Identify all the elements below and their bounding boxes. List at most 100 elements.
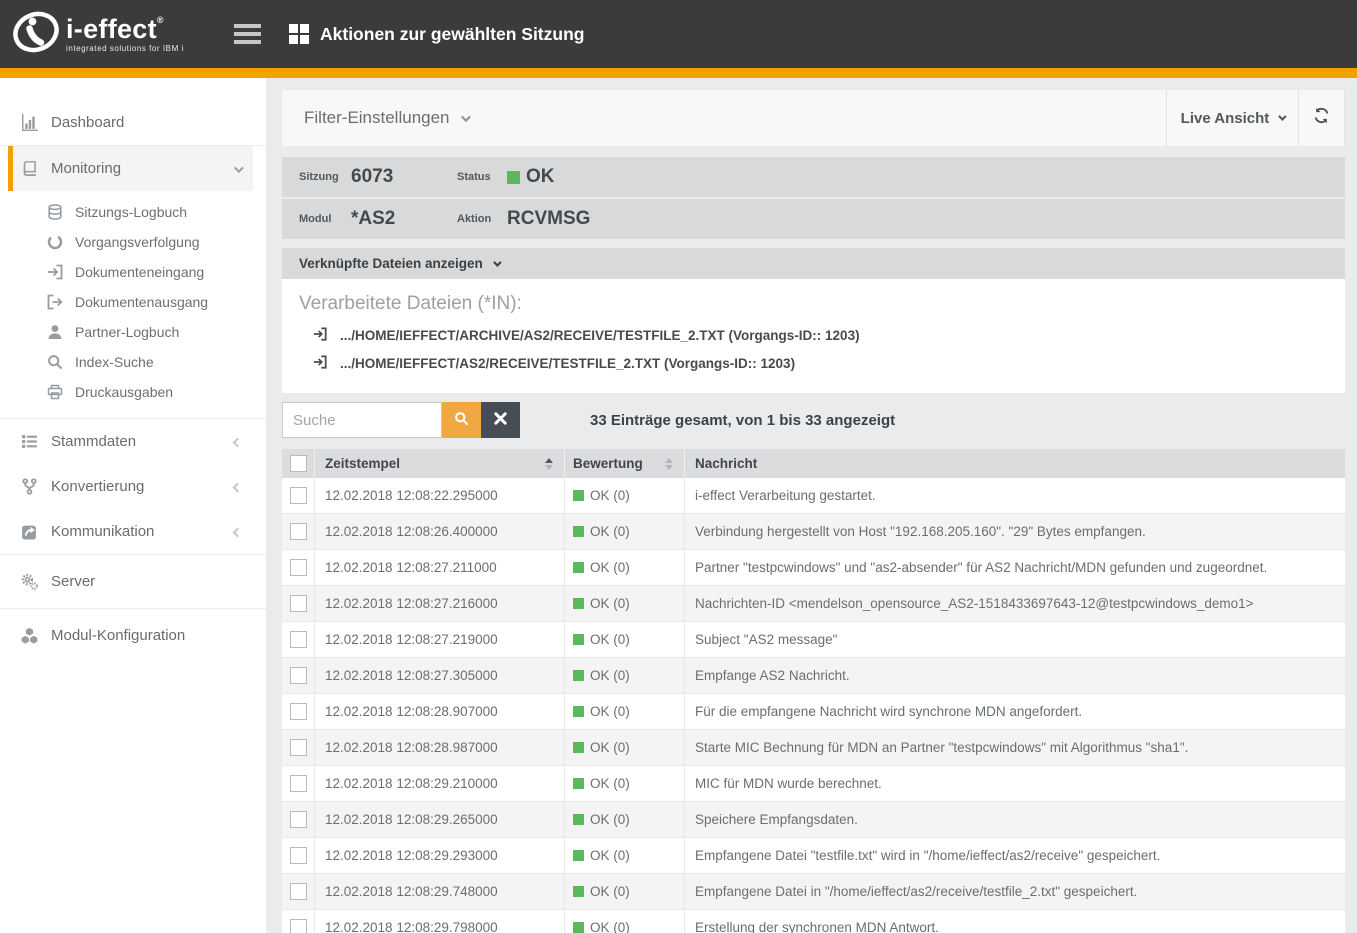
file-path: .../HOME/IEFFECT/ARCHIVE/AS2/RECEIVE/TES… xyxy=(340,328,860,343)
status-ok-square xyxy=(573,670,584,681)
sidebar-subitem-index-suche[interactable]: Index-Suche xyxy=(0,347,266,377)
select-all-checkbox[interactable] xyxy=(290,455,307,472)
sidebar-subitem-label: Dokumenteneingang xyxy=(75,264,204,280)
sidebar-item-monitoring[interactable]: Monitoring xyxy=(8,146,253,191)
column-header-zeitstempel[interactable]: Zeitstempel xyxy=(315,449,565,478)
timestamp-cell: 12.02.2018 12:08:29.293000 xyxy=(315,838,565,873)
sidebar-item-stammdaten[interactable]: Stammdaten xyxy=(8,419,253,464)
table-row[interactable]: 12.02.2018 12:08:27.216000 OK (0) Nachri… xyxy=(282,586,1345,622)
status-ok-square xyxy=(573,742,584,753)
sidebar-item-server[interactable]: Server xyxy=(8,555,253,608)
timestamp-cell: 12.02.2018 12:08:29.748000 xyxy=(315,874,565,909)
live-view-dropdown[interactable]: Live Ansicht xyxy=(1166,90,1299,146)
filter-settings-toggle[interactable]: Filter-Einstellungen xyxy=(304,108,1166,128)
processed-files-list: .../HOME/IEFFECT/ARCHIVE/AS2/RECEIVE/TES… xyxy=(299,323,1328,375)
table-row[interactable]: 12.02.2018 12:08:28.907000 OK (0) Für di… xyxy=(282,694,1345,730)
accent-bar xyxy=(0,68,1357,78)
search-row: 33 Einträge gesamt, von 1 bis 33 angezei… xyxy=(282,402,1345,438)
sidebar-item-konvertierung[interactable]: Konvertierung xyxy=(8,464,253,509)
sidebar-item-modul-konfiguration[interactable]: Modul-Konfiguration xyxy=(8,609,253,662)
book-icon xyxy=(21,160,39,177)
status-ok-square xyxy=(573,886,584,897)
sidebar-item-kommunikation[interactable]: Kommunikation xyxy=(8,509,253,554)
sidebar-subitem-partner-logbuch[interactable]: Partner-Logbuch xyxy=(0,317,266,347)
main-content: Filter-Einstellungen Live Ansicht Sitzun… xyxy=(282,90,1345,933)
message-cell: Nachrichten-ID <mendelson_opensource_AS2… xyxy=(685,586,1345,621)
filter-bar: Filter-Einstellungen Live Ansicht xyxy=(282,90,1345,146)
ieffect-logo[interactable]: i-effect® integrated solutions for IBM i xyxy=(12,7,208,62)
results-summary: 33 Einträge gesamt, von 1 bis 33 angezei… xyxy=(590,412,895,429)
hamburger-menu-icon[interactable] xyxy=(234,20,261,49)
sidebar-subitem-druckausgaben[interactable]: Druckausgaben xyxy=(0,377,266,407)
table-row[interactable]: 12.02.2018 12:08:27.305000 OK (0) Empfan… xyxy=(282,658,1345,694)
linked-files-toggle[interactable]: Verknüpfte Dateien anzeigen xyxy=(282,248,1345,279)
rating-cell: OK (0) xyxy=(565,550,685,585)
sidebar-subitem-label: Vorgangsverfolgung xyxy=(75,234,200,250)
row-checkbox[interactable] xyxy=(290,811,307,828)
row-checkbox[interactable] xyxy=(290,631,307,648)
sidebar-item-dashboard[interactable]: Dashboard xyxy=(8,100,253,145)
row-checkbox[interactable] xyxy=(290,775,307,792)
rating-cell: OK (0) xyxy=(565,586,685,621)
row-checkbox[interactable] xyxy=(290,703,307,720)
table-row[interactable]: 12.02.2018 12:08:29.293000 OK (0) Empfan… xyxy=(282,838,1345,874)
sign-in-icon xyxy=(313,355,331,372)
refresh-button[interactable] xyxy=(1299,90,1345,146)
row-checkbox[interactable] xyxy=(290,559,307,576)
file-link[interactable]: .../HOME/IEFFECT/AS2/RECEIVE/TESTFILE_2.… xyxy=(313,351,1328,375)
rating-cell: OK (0) xyxy=(565,514,685,549)
row-checkbox[interactable] xyxy=(290,847,307,864)
message-cell: Empfange AS2 Nachricht. xyxy=(685,658,1345,693)
search-icon xyxy=(47,354,65,371)
row-checkbox[interactable] xyxy=(290,487,307,504)
table-row[interactable]: 12.02.2018 12:08:26.400000 OK (0) Verbin… xyxy=(282,514,1345,550)
table-row[interactable]: 12.02.2018 12:08:22.295000 OK (0) i-effe… xyxy=(282,478,1345,514)
table-row[interactable]: 12.02.2018 12:08:27.219000 OK (0) Subjec… xyxy=(282,622,1345,658)
chevron-left-icon xyxy=(233,483,243,493)
sidebar-subitem-dokumenteneingang[interactable]: Dokumenteneingang xyxy=(0,257,266,287)
status-ok-square xyxy=(573,490,584,501)
status-ok-square xyxy=(573,706,584,717)
table-row[interactable]: 12.02.2018 12:08:29.798000 OK (0) Erstel… xyxy=(282,910,1345,933)
table-row[interactable]: 12.02.2018 12:08:29.748000 OK (0) Empfan… xyxy=(282,874,1345,910)
clear-search-button[interactable] xyxy=(481,402,520,438)
row-checkbox[interactable] xyxy=(290,523,307,540)
row-checkbox[interactable] xyxy=(290,739,307,756)
row-checkbox[interactable] xyxy=(290,667,307,684)
linked-files-label: Verknüpfte Dateien anzeigen xyxy=(299,256,483,271)
search-input[interactable] xyxy=(282,402,442,438)
table-row[interactable]: 12.02.2018 12:08:28.987000 OK (0) Starte… xyxy=(282,730,1345,766)
share-square-icon xyxy=(21,523,39,540)
message-cell: Erstellung der synchronen MDN Antwort. xyxy=(685,910,1345,933)
chevron-down-icon xyxy=(493,258,501,266)
status-ok-square xyxy=(573,598,584,609)
session-value: 6073 xyxy=(351,166,457,188)
message-cell: i-effect Verarbeitung gestartet. xyxy=(685,478,1345,513)
table-row[interactable]: 12.02.2018 12:08:27.211000 OK (0) Partne… xyxy=(282,550,1345,586)
sidebar: Dashboard Monitoring Sitzungs-Logbuch Vo… xyxy=(0,78,266,933)
sign-in-icon xyxy=(47,264,65,281)
sidebar-subitem-label: Dokumentenausgang xyxy=(75,294,208,310)
status-ok-square xyxy=(507,171,520,184)
sidebar-subitem-vorgangsverfolgung[interactable]: Vorgangsverfolgung xyxy=(0,227,266,257)
sidebar-subitem-sitzungs-logbuch[interactable]: Sitzungs-Logbuch xyxy=(0,197,266,227)
table-row[interactable]: 12.02.2018 12:08:29.210000 OK (0) MIC fü… xyxy=(282,766,1345,802)
monitoring-submenu: Sitzungs-Logbuch Vorgangsverfolgung Doku… xyxy=(0,191,266,418)
row-checkbox[interactable] xyxy=(290,919,307,933)
column-header-bewertung[interactable]: Bewertung xyxy=(565,449,685,478)
status-ok-square xyxy=(573,526,584,537)
row-checkbox[interactable] xyxy=(290,883,307,900)
session-row: Sitzung 6073 Status OK xyxy=(282,157,1345,197)
sign-out-icon xyxy=(47,294,65,311)
file-link[interactable]: .../HOME/IEFFECT/ARCHIVE/AS2/RECEIVE/TES… xyxy=(313,323,1328,347)
log-table: Zeitstempel Bewertung Nachricht 12.02.20… xyxy=(282,449,1345,933)
sidebar-subitem-dokumentenausgang[interactable]: Dokumentenausgang xyxy=(0,287,266,317)
sidebar-subitem-label: Index-Suche xyxy=(75,354,154,370)
rating-cell: OK (0) xyxy=(565,766,685,801)
search-button[interactable] xyxy=(442,402,481,438)
table-row[interactable]: 12.02.2018 12:08:29.265000 OK (0) Speich… xyxy=(282,802,1345,838)
column-header-nachricht[interactable]: Nachricht xyxy=(685,449,1345,478)
live-view-label: Live Ansicht xyxy=(1181,110,1270,127)
refresh-icon xyxy=(1313,107,1330,129)
row-checkbox[interactable] xyxy=(290,595,307,612)
